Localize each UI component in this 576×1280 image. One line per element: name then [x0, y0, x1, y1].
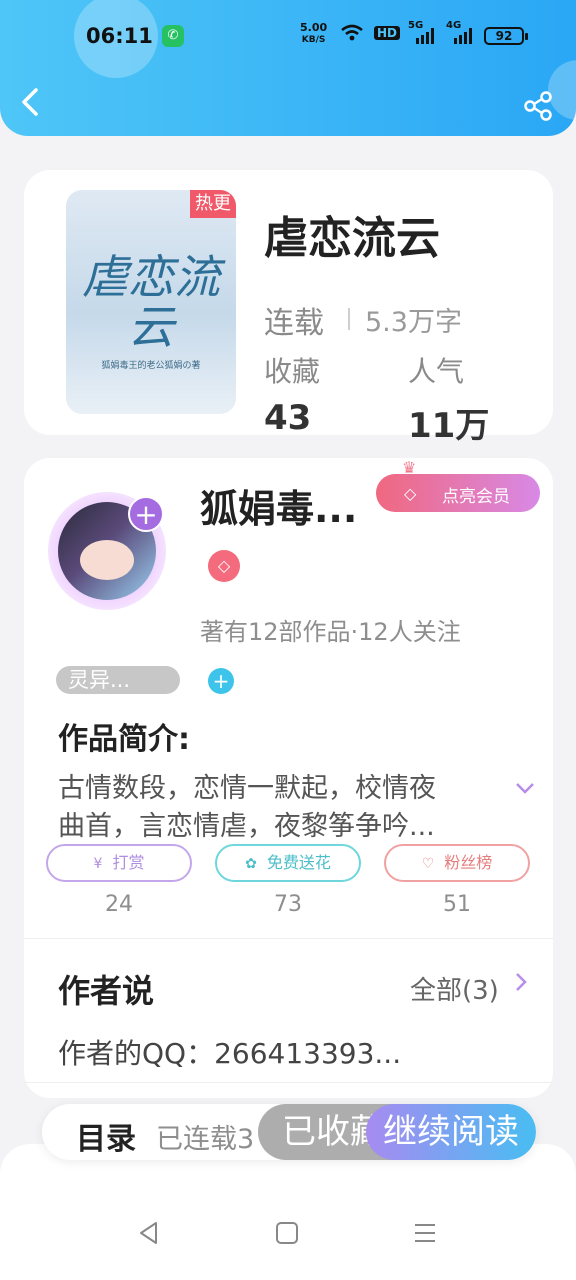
reward-label: 打赏 [112, 853, 145, 872]
reward-count: 24 [105, 892, 133, 917]
author-card: + 狐娟毒... ♛ ◇ 点亮会员 ◇ 著有12部作品·12人关注 灵异... … [24, 458, 553, 1098]
author-name[interactable]: 狐娟毒... [200, 478, 357, 533]
network-speed: 5.00 KB/S [300, 22, 327, 46]
nav-menu-button[interactable] [412, 1220, 438, 1253]
follow-button[interactable]: + [128, 496, 164, 532]
divider [348, 308, 350, 330]
intro-line: 曲首，言恋情虐，夜黎筝争吟... [58, 811, 435, 842]
author-says-all-link[interactable]: 全部(3) [410, 970, 499, 1007]
flower-count: 73 [274, 892, 302, 917]
diamond-icon: ◇ [404, 484, 417, 503]
divider [24, 1082, 553, 1083]
nav-menu-icon [415, 1224, 435, 1242]
hot-update-badge: 热更 [190, 190, 236, 218]
nav-back-icon [140, 1222, 157, 1244]
share-button[interactable] [522, 90, 558, 126]
net-speed-unit: KB/S [301, 35, 326, 45]
avatar-face [80, 540, 134, 580]
plus-icon: + [212, 669, 230, 693]
popularity-label: 人气 [408, 355, 465, 388]
system-navigation-bar [0, 1144, 576, 1280]
author-says-title: 作者说 [58, 972, 155, 1010]
serial-status: 连载 [264, 306, 324, 341]
back-button[interactable] [18, 86, 50, 126]
user-heart-icon: ♡ [421, 856, 435, 872]
book-info-card: 虐恋流云 狐娟毒王的老公狐娟の著 热更 虐恋流云 连载 5.3万字 收藏 人气 … [24, 170, 553, 446]
intro-title: 作品简介: [58, 722, 190, 757]
signal-1-icon [414, 28, 436, 48]
phone-call-icon: ✆ [162, 25, 184, 47]
author-meta: 著有12部作品·12人关注 [200, 618, 461, 646]
vip-button-label: 点亮会员 [442, 487, 510, 507]
coin-icon: ¥ [93, 856, 103, 872]
send-flower-button[interactable]: ✿ 免费送花 [215, 844, 361, 882]
status-time: 06:11 [86, 24, 153, 48]
chevron-right-icon[interactable] [514, 970, 528, 1000]
wifi-icon [340, 24, 364, 46]
flower-label: 免费送花 [266, 853, 331, 872]
fans-ranking-button[interactable]: ♡ 粉丝榜 [384, 844, 530, 882]
battery-icon: 92 [484, 27, 528, 45]
back-arrow-icon [22, 88, 38, 116]
reward-button[interactable]: ¥ 打赏 [46, 844, 192, 882]
author-says-text[interactable]: 作者的QQ：266413393... [58, 1032, 401, 1072]
hd-icon: HD [374, 26, 401, 40]
nav-back-button[interactable] [136, 1220, 162, 1253]
intro-text: 古情数段，恋情一默起，校情夜 曲首，言恋情虐，夜黎筝争吟... [58, 770, 498, 846]
book-title: 虐恋流云 [264, 213, 440, 264]
chevron-down-icon[interactable] [514, 776, 536, 801]
toc-button[interactable]: 目录 [76, 1114, 136, 1158]
share-icon [524, 91, 552, 121]
intro-line: 古情数段，恋情一默起，校情夜 [58, 773, 436, 804]
fans-count: 51 [443, 892, 471, 917]
collect-count: 43 [264, 398, 312, 438]
vip-button[interactable]: ◇ 点亮会员 [376, 474, 540, 512]
diamond-level-icon: ◇ [208, 550, 240, 582]
header: 06:11 ✆ 5.00 KB/S HD 5G 4G 92 [0, 0, 576, 136]
cover-title: 虐恋流云 [82, 250, 220, 354]
signal-2-icon [452, 28, 474, 48]
genre-tag[interactable]: 灵异... [56, 666, 180, 694]
cover-author: 狐娟毒王的老公狐娟の著 [101, 361, 201, 371]
collect-label: 收藏 [264, 355, 321, 388]
divider [24, 938, 553, 939]
plus-icon: + [134, 498, 158, 531]
net-speed-value: 5.00 [300, 21, 328, 34]
flower-icon: ✿ [245, 856, 257, 872]
nav-home-button[interactable] [274, 1220, 300, 1253]
continue-reading-button[interactable]: 继续阅读 [366, 1104, 536, 1160]
bottom-action-bar: 目录 已连载3 已收藏 继续阅读 [42, 1104, 536, 1160]
book-cover[interactable]: 虐恋流云 狐娟毒王的老公狐娟の著 [66, 190, 236, 414]
add-tag-button[interactable]: + [208, 668, 234, 694]
status-bar: 06:11 ✆ 5.00 KB/S HD 5G 4G 92 [0, 18, 576, 58]
word-count: 5.3万字 [365, 307, 462, 338]
popularity-count: 11万 [408, 406, 490, 446]
toc-status[interactable]: 已连载3 [156, 1117, 254, 1156]
fans-label: 粉丝榜 [444, 853, 493, 872]
nav-home-icon [276, 1222, 298, 1244]
